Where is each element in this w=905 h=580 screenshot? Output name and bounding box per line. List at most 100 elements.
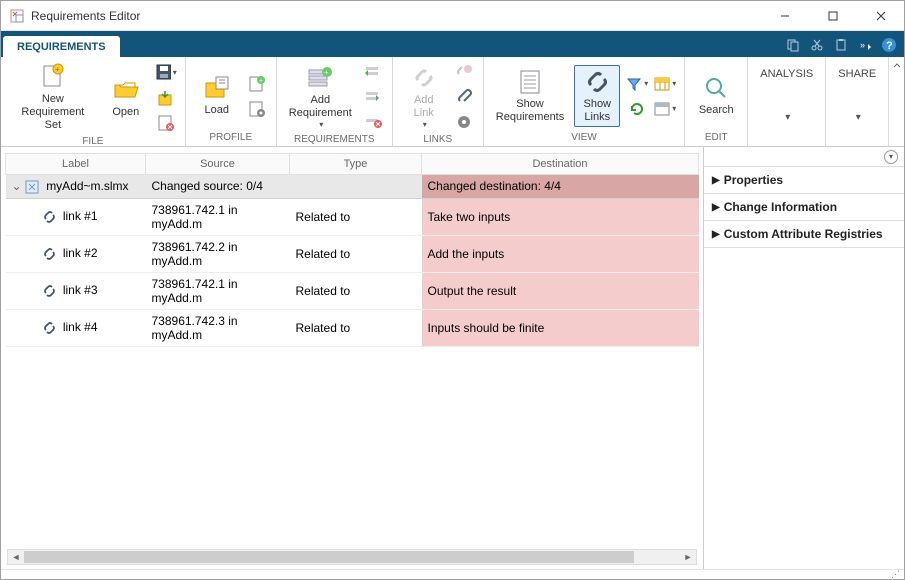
open-label: Open [112, 106, 139, 119]
new-req-label: New Requirement Set [13, 93, 93, 133]
col-source[interactable]: Source [146, 154, 290, 175]
right-panel-header: ▾ [704, 147, 904, 167]
paste-icon[interactable] [832, 36, 850, 54]
view-details-button[interactable]: ▾ [654, 98, 676, 120]
table-row[interactable]: link #3 738961.742.1 in myAdd.m Related … [6, 272, 699, 309]
group-links-label: LINKS [401, 133, 475, 146]
save-button[interactable]: ▾ [155, 62, 177, 84]
group-req-label: REQUIREMENTS [285, 133, 384, 146]
table-row[interactable]: link #4 738961.742.3 in myAdd.m Related … [6, 309, 699, 346]
group-edit: Search EDIT [685, 57, 748, 146]
profile-settings-button[interactable] [246, 98, 268, 120]
panel-custom-attribute-registries[interactable]: ▶ Custom Attribute Registries [704, 221, 904, 248]
close-file-button[interactable] [155, 112, 177, 134]
show-requirements-button[interactable]: Show Requirements [492, 66, 568, 126]
link-icon [42, 321, 56, 335]
col-label[interactable]: Label [6, 154, 146, 175]
share-label: SHARE [838, 68, 876, 81]
chevron-right-icon: ▶ [712, 202, 720, 213]
minimize-button[interactable] [770, 6, 800, 26]
show-links-button[interactable]: Show Links [574, 65, 620, 127]
horizontal-scrollbar[interactable]: ◄ ► [7, 549, 697, 565]
maximize-button[interactable] [818, 6, 848, 26]
group-edit-label: EDIT [693, 131, 739, 144]
demote-button[interactable] [362, 86, 384, 108]
filter-button[interactable]: ▾ [626, 73, 648, 95]
svg-text:»: » [860, 40, 865, 50]
copy-icon[interactable] [784, 36, 802, 54]
folder-open-icon [112, 76, 140, 104]
chevron-down-icon[interactable]: ⌄ [12, 179, 22, 193]
search-label: Search [699, 104, 734, 117]
scroll-thumb[interactable] [24, 551, 634, 563]
new-requirement-set-button[interactable]: + New Requirement Set [9, 61, 97, 135]
group-share: SHARE ▾ [826, 57, 888, 146]
analysis-dropdown[interactable]: ANALYSIS ▾ [756, 66, 817, 126]
panel-options-icon[interactable]: ▾ [884, 150, 898, 164]
close-button[interactable] [866, 6, 896, 26]
scroll-left-button[interactable]: ◄ [8, 550, 24, 564]
file-row[interactable]: ⌄ myAdd~m.slmx Changed source: 0/4 Chang… [6, 175, 699, 199]
svg-text:+: + [55, 65, 60, 74]
refresh-view-button[interactable] [626, 98, 648, 120]
promote-button[interactable] [362, 61, 384, 83]
changed-dest-cell: Changed destination: 4/4 [422, 175, 699, 199]
columns-button[interactable]: ▾ [654, 73, 676, 95]
chevron-right-icon: ▶ [712, 175, 720, 186]
ribbon-collapse-button[interactable] [888, 57, 904, 146]
add-link-icon [410, 64, 438, 92]
link-icon [42, 247, 56, 261]
add-link-button: Add Link▾ [401, 62, 447, 132]
new-file-icon: + [39, 63, 67, 91]
col-type[interactable]: Type [290, 154, 422, 175]
show-links-label: Show Links [583, 98, 611, 124]
open-button[interactable]: Open [103, 74, 149, 121]
window-title: Requirements Editor [31, 9, 770, 23]
group-requirements: + Add Requirement▾ REQUIREMENTS [277, 57, 393, 146]
tab-requirements[interactable]: REQUIREMENTS [3, 36, 120, 57]
table-row[interactable]: link #2 738961.742.2 in myAdd.m Related … [6, 235, 699, 272]
cut-icon[interactable] [808, 36, 826, 54]
link-attach-button[interactable] [453, 86, 475, 108]
title-bar: Requirements Editor [1, 1, 904, 31]
file-name: myAdd~m.slmx [46, 179, 128, 193]
import-button[interactable] [155, 87, 177, 109]
delete-req-button[interactable] [362, 111, 384, 133]
group-analysis: ANALYSIS ▾ [748, 57, 826, 146]
link-remove-button[interactable] [453, 61, 475, 83]
group-view: Show Requirements Show Links ▾ ▾ ▾ VIEW [484, 57, 685, 146]
search-icon [702, 74, 730, 102]
group-file: + New Requirement Set Open ▾ FILE [1, 57, 186, 146]
links-table: Label Source Type Destination ⌄ myAdd~m.… [5, 153, 699, 347]
group-file-label: FILE [9, 135, 177, 148]
table-row[interactable]: link #1 738961.742.1 in myAdd.m Related … [6, 198, 699, 235]
group-links: Add Link▾ LINKS [393, 57, 484, 146]
add-req-icon: + [306, 64, 334, 92]
more-icon[interactable]: » [856, 36, 874, 54]
scroll-right-button[interactable]: ► [680, 550, 696, 564]
profile-add-button[interactable]: + [246, 73, 268, 95]
add-requirement-button[interactable]: + Add Requirement▾ [285, 62, 356, 132]
add-link-label: Add Link [414, 94, 434, 120]
resize-grip-icon[interactable]: ⋰ [891, 569, 900, 580]
add-req-label: Add Requirement [289, 94, 352, 120]
share-dropdown[interactable]: SHARE ▾ [834, 66, 880, 126]
chevron-right-icon: ▶ [712, 229, 720, 240]
panel-properties[interactable]: ▶ Properties [704, 167, 904, 194]
panel-change-information[interactable]: ▶ Change Information [704, 194, 904, 221]
window-controls [770, 6, 896, 26]
search-button[interactable]: Search [693, 72, 739, 119]
status-bar: ⋰ [1, 569, 904, 579]
show-links-icon [583, 68, 611, 96]
load-button[interactable]: Load [194, 72, 240, 119]
group-profile: Load + PROFILE [186, 57, 277, 146]
link-icon [42, 284, 56, 298]
help-icon[interactable]: ? [880, 36, 898, 54]
content-area: Label Source Type Destination ⌄ myAdd~m.… [1, 147, 904, 569]
load-icon [203, 74, 231, 102]
group-profile-label: PROFILE [194, 131, 268, 144]
svg-text:?: ? [886, 40, 893, 52]
col-destination[interactable]: Destination [422, 154, 699, 175]
svg-text:+: + [324, 68, 329, 77]
link-gear-button[interactable] [453, 111, 475, 133]
